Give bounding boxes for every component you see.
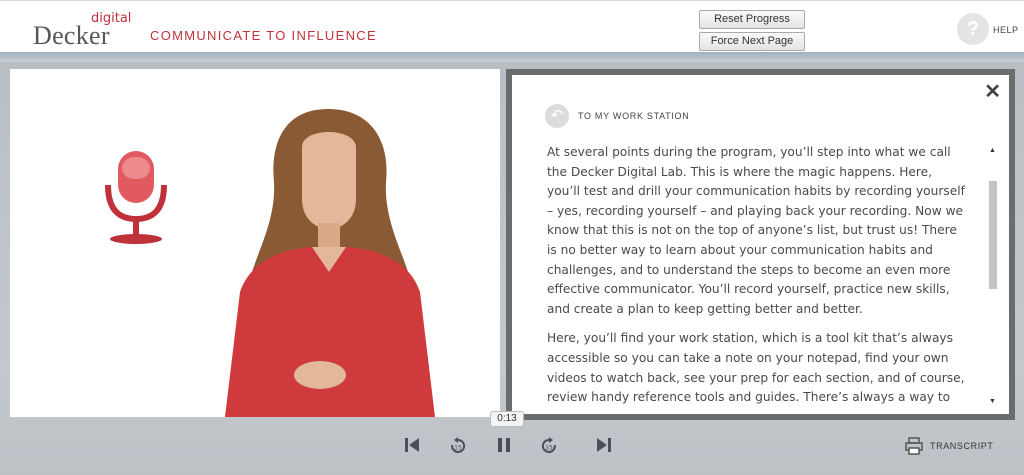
panel-text: At several points during the program, yo… [547, 143, 965, 405]
microphone-icon [105, 151, 167, 244]
force-next-page-button[interactable]: Force Next Page [699, 32, 805, 51]
work-station-panel-frame: ✕ ↶ TO MY WORK STATION At several points… [506, 69, 1015, 420]
top-header: digital Decker COMMUNICATE TO INFLUENCE … [0, 0, 1024, 52]
presenter-image [225, 109, 435, 417]
pause-icon[interactable] [496, 436, 512, 454]
reset-progress-button[interactable]: Reset Progress [699, 10, 805, 29]
transcript-icon[interactable] [905, 437, 923, 455]
scroll-up-icon[interactable]: ▲ [989, 147, 996, 154]
help-label[interactable]: HELP [993, 25, 1019, 35]
panel-paragraph: At several points during the program, yo… [547, 145, 965, 316]
playback-time: 0:13 [490, 411, 524, 427]
skip-forward-icon[interactable] [596, 436, 612, 454]
help-icon[interactable]: ? [957, 13, 989, 45]
close-icon[interactable]: ✕ [984, 79, 1001, 104]
logo-decker: Decker [33, 21, 110, 50]
forward-icon[interactable]: 15 [540, 437, 558, 455]
scroll-down-icon[interactable]: ▼ [989, 398, 996, 405]
course-title: COMMUNICATE TO INFLUENCE [150, 28, 377, 43]
decker-logo: digital Decker [33, 9, 133, 50]
back-arrow-icon[interactable]: ↶ [545, 104, 569, 128]
back-to-work-station-link[interactable]: TO MY WORK STATION [578, 111, 689, 121]
scroll-thumb[interactable] [989, 181, 997, 289]
svg-text:15: 15 [545, 445, 553, 452]
svg-text:15: 15 [454, 445, 462, 452]
video-area [10, 69, 500, 417]
skip-back-icon[interactable] [404, 436, 420, 454]
work-station-panel: ✕ ↶ TO MY WORK STATION At several points… [512, 75, 1009, 414]
header-divider [0, 52, 1024, 62]
panel-paragraph: Here, you’ll find your work station, whi… [547, 331, 965, 405]
transcript-button[interactable]: TRANSCRIPT [930, 441, 994, 451]
panel-scrollbar[interactable]: ▲ ▼ [986, 145, 1000, 407]
rewind-icon[interactable]: 15 [449, 437, 467, 455]
